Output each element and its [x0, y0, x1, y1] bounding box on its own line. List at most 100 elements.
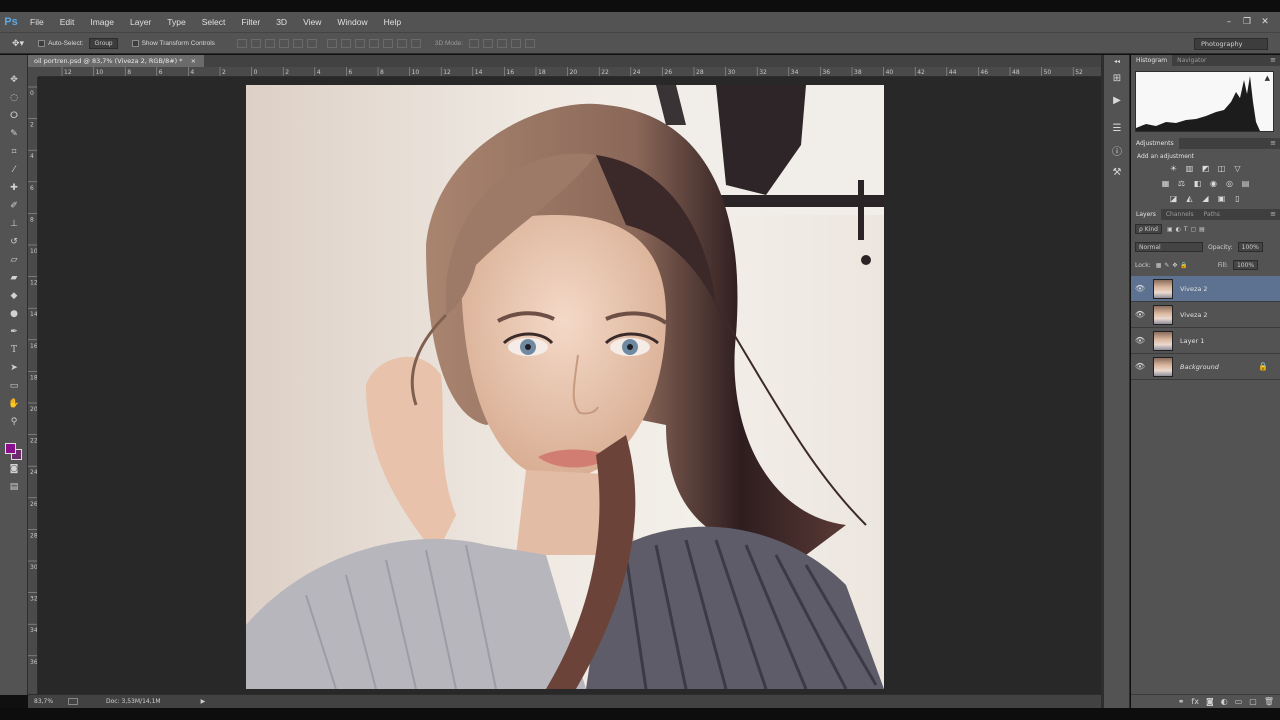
close-button[interactable]: ✕ — [1258, 16, 1272, 28]
info-panel-icon[interactable]: ⓘ — [1104, 139, 1130, 161]
horizontal-ruler[interactable]: 12 10 8 6 4 2 0 2 4 6 8 10 12 14 16 18 20 22 24 26 28 30 32 34 3… — [38, 67, 1101, 77]
filter-icons[interactable]: ▣◐T▢▤ — [1167, 226, 1208, 233]
menu-image[interactable]: Image — [82, 12, 122, 32]
add-mask-icon[interactable]: ◙ — [1206, 697, 1214, 706]
menu-layer[interactable]: Layer — [122, 12, 159, 32]
brush-tool-icon[interactable]: ✐ — [0, 197, 28, 215]
portrait-photo[interactable] — [246, 85, 884, 689]
posterize-icon[interactable]: ◭ — [1185, 194, 1195, 203]
menu-edit[interactable]: Edit — [52, 12, 83, 32]
align-vcenter-icon[interactable] — [250, 38, 261, 48]
align-bottom-icon[interactable] — [264, 38, 275, 48]
3d-rotate-icon[interactable] — [469, 38, 480, 48]
tab-adjustments[interactable]: Adjustments — [1131, 138, 1179, 149]
blur-tool-icon[interactable]: ◆ — [0, 287, 28, 305]
move-tool-icon[interactable]: ✥ — [0, 71, 28, 89]
tool-presets-icon[interactable]: ⚒ — [1104, 161, 1130, 183]
layer-row[interactable]: 👁 Layer 1 — [1131, 328, 1280, 354]
status-menu-arrow[interactable]: ▶ — [201, 698, 206, 705]
brightness-icon[interactable]: ☀ — [1169, 164, 1179, 173]
3d-slide-icon[interactable] — [511, 38, 522, 48]
new-adjustment-icon[interactable]: ◐ — [1221, 697, 1228, 706]
color-balance-icon[interactable]: ⚖ — [1177, 179, 1187, 188]
fill-field[interactable]: 100% — [1232, 260, 1259, 270]
3d-scale-icon[interactable] — [525, 38, 536, 48]
threshold-icon[interactable]: ◢ — [1201, 194, 1211, 203]
menu-view[interactable]: View — [295, 12, 329, 32]
tab-navigator[interactable]: Navigator — [1172, 55, 1211, 66]
visibility-eye-icon[interactable]: 👁 — [1131, 336, 1149, 345]
color-lookup-icon[interactable]: ▤ — [1241, 179, 1251, 188]
vertical-ruler[interactable]: 0 2 4 6 8 10 12 14 16 18 20 22 24 26 28 30 32 34 36 — [28, 77, 38, 694]
3d-drag-icon[interactable] — [497, 38, 508, 48]
warning-icon[interactable]: ▲ — [1265, 74, 1270, 82]
align-top-icon[interactable] — [236, 38, 247, 48]
crop-tool-icon[interactable]: ⌗ — [0, 143, 28, 161]
show-transform-checkbox[interactable] — [131, 39, 139, 47]
gradient-tool-icon[interactable]: ▰ — [0, 269, 28, 287]
actions-panel-icon[interactable]: ▶ — [1104, 89, 1130, 111]
lasso-tool-icon[interactable]: ⵔ — [0, 107, 28, 125]
path-select-icon[interactable]: ➤ — [0, 359, 28, 377]
clone-stamp-icon[interactable]: ⊥ — [0, 215, 28, 233]
align-right-icon[interactable] — [306, 38, 317, 48]
layer-kind-filter[interactable]: ρ Kind — [1135, 224, 1162, 234]
selective-color-icon[interactable]: ▣ — [1217, 194, 1227, 203]
blend-mode-dropdown[interactable]: Normal — [1135, 242, 1203, 252]
menu-help[interactable]: Help — [376, 12, 409, 32]
black-white-icon[interactable]: ◧ — [1193, 179, 1203, 188]
auto-align-icon[interactable] — [410, 38, 421, 48]
foreground-color-swatch[interactable] — [5, 443, 16, 454]
delete-layer-icon[interactable]: 🗑 — [1264, 697, 1274, 706]
layer-name[interactable]: Viveza 2 — [1180, 311, 1280, 319]
collapse-panels-icon[interactable]: ◂◂ — [1104, 55, 1130, 67]
move-tool-preset[interactable]: ✥▾ — [12, 38, 24, 49]
adjustments-menu-icon[interactable]: ≡ — [1270, 138, 1276, 149]
document-canvas[interactable] — [38, 77, 1101, 694]
distribute-right-icon[interactable] — [396, 38, 407, 48]
visibility-eye-icon[interactable]: 👁 — [1131, 284, 1149, 293]
align-hcenter-icon[interactable] — [292, 38, 303, 48]
tab-histogram[interactable]: Histogram — [1131, 55, 1173, 66]
distribute-vcenter-icon[interactable] — [340, 38, 351, 48]
tab-paths[interactable]: Paths — [1199, 209, 1225, 220]
document-tab-close[interactable]: × — [191, 57, 196, 65]
vibrance-icon[interactable]: ▽ — [1233, 164, 1243, 173]
document-tab[interactable]: oil portren.psd @ 83,7% (Viveza 2, RGB/8… — [28, 55, 204, 67]
history-brush-icon[interactable]: ↺ — [0, 233, 28, 251]
type-tool-icon[interactable]: T — [0, 341, 28, 359]
hand-tool-icon[interactable]: ✋ — [0, 395, 28, 413]
ruler-corner[interactable] — [28, 67, 38, 77]
quick-mask-icon[interactable]: ◙ — [0, 460, 28, 478]
layer-row[interactable]: 👁 Viveza 2 — [1131, 276, 1280, 302]
marquee-tool-icon[interactable]: ◌ — [0, 89, 28, 107]
auto-select-dropdown[interactable]: Group — [89, 37, 118, 49]
auto-select-checkbox[interactable] — [38, 39, 46, 47]
properties-panel-icon[interactable]: ☰ — [1104, 117, 1130, 139]
tab-layers[interactable]: Layers — [1131, 209, 1161, 220]
exposure-icon[interactable]: ◫ — [1217, 164, 1227, 173]
photo-filter-icon[interactable]: ◉ — [1209, 179, 1219, 188]
layers-menu-icon[interactable]: ≡ — [1270, 209, 1276, 220]
minimize-button[interactable]: – — [1222, 16, 1236, 28]
new-layer-icon[interactable]: ▢ — [1249, 697, 1257, 706]
eyedropper-tool-icon[interactable]: ⁄ — [0, 161, 28, 179]
visibility-eye-icon[interactable]: 👁 — [1131, 362, 1149, 371]
layer-name[interactable]: Layer 1 — [1180, 337, 1280, 345]
distribute-left-icon[interactable] — [368, 38, 379, 48]
screen-mode-icon[interactable]: ▤ — [0, 478, 28, 496]
align-left-icon[interactable] — [278, 38, 289, 48]
invert-icon[interactable]: ◪ — [1169, 194, 1179, 203]
histogram-menu-icon[interactable]: ≡ — [1270, 55, 1276, 66]
layer-row[interactable]: 👁 Viveza 2 — [1131, 302, 1280, 328]
3d-roll-icon[interactable] — [483, 38, 494, 48]
channel-mixer-icon[interactable]: ◎ — [1225, 179, 1235, 188]
rectangle-tool-icon[interactable]: ▭ — [0, 377, 28, 395]
link-layers-icon[interactable]: ⚭ — [1178, 697, 1185, 706]
menu-3d[interactable]: 3D — [268, 12, 295, 32]
distribute-hcenter-icon[interactable] — [382, 38, 393, 48]
healing-brush-icon[interactable]: ✚ — [0, 179, 28, 197]
layer-row[interactable]: 👁 Background 🔒 — [1131, 354, 1280, 380]
curves-icon[interactable]: ◩ — [1201, 164, 1211, 173]
levels-icon[interactable]: ▥ — [1185, 164, 1195, 173]
